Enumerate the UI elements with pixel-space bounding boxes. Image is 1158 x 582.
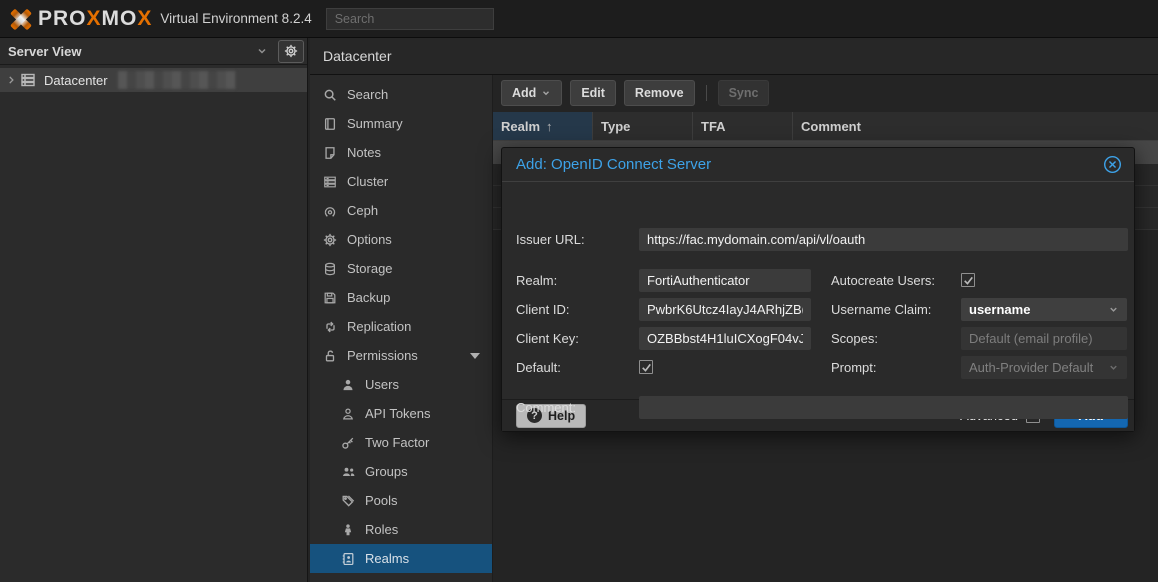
address-book-icon [340, 552, 356, 566]
prompt-select[interactable]: Auth-Provider Default [961, 356, 1127, 379]
view-selector-header: Server View [0, 38, 307, 65]
view-selector-label: Server View [8, 44, 81, 59]
top-bar: PROXMOX Virtual Environment 8.2.4 [0, 0, 1158, 38]
grid-header: Realm↑ Type TFA Comment [493, 112, 1158, 141]
nav-item-storage[interactable]: Storage [310, 254, 492, 283]
username-claim-label: Username Claim: [831, 298, 931, 321]
dialog-header[interactable]: Add: OpenID Connect Server [502, 148, 1134, 182]
nav-item-permissions[interactable]: Permissions [310, 341, 492, 370]
nav-item-notes[interactable]: Notes [310, 138, 492, 167]
nav-item-ha-partial[interactable]: HA [310, 573, 492, 582]
nav-item-cluster[interactable]: Cluster [310, 167, 492, 196]
column-header-comment[interactable]: Comment [793, 112, 1158, 140]
nav-item-replication[interactable]: Replication [310, 312, 492, 341]
book-icon [322, 117, 338, 131]
close-icon[interactable] [1103, 155, 1122, 174]
remove-button[interactable]: Remove [624, 80, 695, 106]
tag-icon [340, 494, 356, 508]
default-checkbox[interactable] [639, 360, 653, 374]
retweet-icon [322, 320, 338, 334]
comment-input[interactable] [639, 396, 1128, 419]
nav-item-api-tokens[interactable]: API Tokens [310, 399, 492, 428]
nav-item-options[interactable]: Options [310, 225, 492, 254]
client-id-input[interactable] [639, 298, 811, 321]
user-outline-icon [340, 407, 356, 421]
chevron-down-icon [541, 88, 551, 98]
global-search-input[interactable] [326, 8, 494, 30]
add-openid-dialog: Add: OpenID Connect Server Issuer URL: R… [501, 147, 1135, 432]
chevron-down-icon [256, 45, 268, 57]
client-id-label: Client ID: [516, 298, 569, 321]
view-selector-combo[interactable]: Server View [8, 38, 278, 65]
realm-label: Realm: [516, 269, 557, 292]
nav-item-search[interactable]: Search [310, 80, 492, 109]
datacenter-icon [20, 72, 36, 88]
dialog-title: Add: OpenID Connect Server [516, 156, 711, 173]
users-icon [340, 465, 356, 479]
client-key-label: Client Key: [516, 327, 579, 350]
product-version-label: Virtual Environment 8.2.4 [160, 11, 311, 26]
gear-icon [322, 233, 338, 247]
nav-item-backup[interactable]: Backup [310, 283, 492, 312]
tree-node-label: Datacenter [44, 73, 108, 88]
ceph-icon [322, 204, 338, 218]
issuer-url-label: Issuer URL: [516, 228, 585, 251]
realms-toolbar: Add Edit Remove Sync [493, 80, 769, 106]
scopes-input[interactable] [961, 327, 1127, 350]
tree-node-datacenter[interactable]: Datacenter [0, 68, 307, 92]
person-icon [340, 523, 356, 537]
redacted-node-name [118, 71, 236, 89]
realm-input[interactable] [639, 269, 811, 292]
chevron-down-icon [1108, 362, 1119, 373]
server-stack-icon [322, 175, 338, 189]
resource-tree-panel: Server View Datacenter [0, 38, 308, 582]
column-header-type[interactable]: Type [593, 112, 693, 140]
note-icon [322, 146, 338, 160]
panel-header: Datacenter [310, 38, 1158, 75]
autocreate-users-label: Autocreate Users: [831, 269, 935, 292]
nav-item-summary[interactable]: Summary [310, 109, 492, 138]
unlock-icon [322, 349, 338, 363]
config-nav: Search Summary Notes Cluster Ceph Option… [310, 75, 493, 582]
proxmox-app: PROXMOX Virtual Environment 8.2.4 Server… [0, 0, 1158, 582]
issuer-url-input[interactable] [639, 228, 1128, 251]
autocreate-users-checkbox[interactable] [961, 273, 975, 287]
caret-down-icon [470, 353, 480, 359]
database-icon [322, 262, 338, 276]
proxmox-logo-icon [8, 6, 34, 32]
search-icon [322, 88, 338, 102]
tree-settings-button[interactable] [278, 40, 304, 63]
dialog-body: Issuer URL: Realm: Client ID: Client Key… [502, 182, 1134, 399]
username-claim-select[interactable]: username [961, 298, 1127, 321]
gear-icon [284, 44, 298, 58]
proxmox-logo-text: PROXMOX [38, 7, 152, 31]
default-label: Default: [516, 356, 561, 379]
nav-item-users[interactable]: Users [310, 370, 492, 399]
nav-item-groups[interactable]: Groups [310, 457, 492, 486]
nav-item-realms[interactable]: Realms [310, 544, 492, 573]
nav-item-two-factor[interactable]: Two Factor [310, 428, 492, 457]
chevron-down-icon [1108, 304, 1119, 315]
key-icon [340, 436, 356, 450]
nav-item-ceph[interactable]: Ceph [310, 196, 492, 225]
column-header-realm[interactable]: Realm↑ [493, 112, 593, 140]
expander-icon[interactable] [6, 75, 16, 85]
nav-item-pools[interactable]: Pools [310, 486, 492, 515]
panel-title: Datacenter [323, 48, 391, 64]
prompt-label: Prompt: [831, 356, 877, 379]
sort-asc-icon: ↑ [546, 119, 553, 134]
column-header-tfa[interactable]: TFA [693, 112, 793, 140]
comment-label: Comment: [516, 396, 576, 419]
scopes-label: Scopes: [831, 327, 878, 350]
sync-button[interactable]: Sync [718, 80, 770, 106]
toolbar-separator [706, 85, 707, 101]
nav-item-roles[interactable]: Roles [310, 515, 492, 544]
add-dropdown-button[interactable]: Add [501, 80, 562, 106]
resource-tree: Datacenter [0, 65, 307, 92]
floppy-icon [322, 291, 338, 305]
edit-button[interactable]: Edit [570, 80, 616, 106]
client-key-input[interactable] [639, 327, 811, 350]
user-icon [340, 378, 356, 392]
